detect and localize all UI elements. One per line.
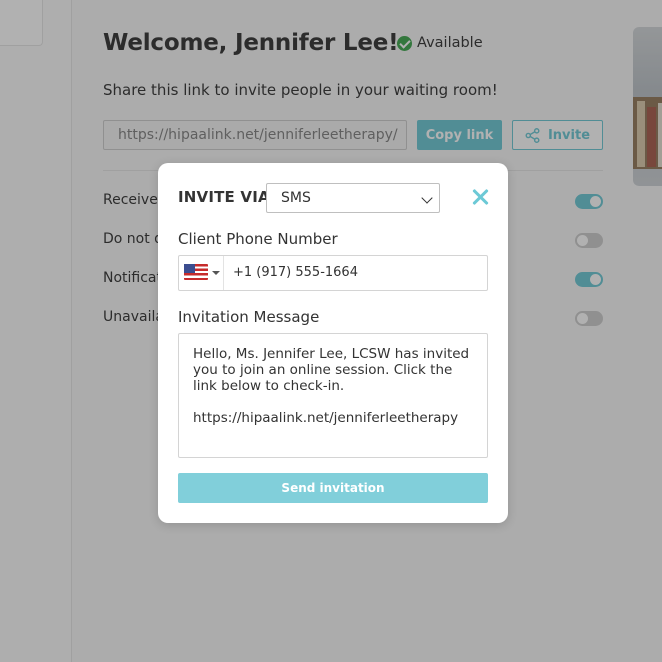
phone-input[interactable]: +1 (917) 555-1664 <box>233 265 358 280</box>
chevron-down-icon <box>421 192 433 204</box>
phone-label: Client Phone Number <box>178 230 338 248</box>
page: Welcome, Jennifer Lee! Available Share t… <box>0 0 662 662</box>
invite-modal: INVITE VIA SMS Client Phone Number +1 (9… <box>158 163 508 523</box>
caret-down-icon <box>212 271 220 275</box>
invite-method-value: SMS <box>281 190 311 206</box>
close-icon[interactable] <box>470 187 490 207</box>
invite-method-select[interactable]: SMS <box>266 183 440 213</box>
send-invitation-button[interactable]: Send invitation <box>178 473 488 503</box>
invite-via-label: INVITE VIA <box>178 188 270 206</box>
country-selector[interactable] <box>179 256 224 290</box>
phone-field[interactable]: +1 (917) 555-1664 <box>178 255 488 291</box>
us-flag-icon <box>184 264 208 280</box>
invitation-message-textarea[interactable]: Hello, Ms. Jennifer Lee, LCSW has invite… <box>178 333 488 458</box>
message-label: Invitation Message <box>178 308 320 326</box>
